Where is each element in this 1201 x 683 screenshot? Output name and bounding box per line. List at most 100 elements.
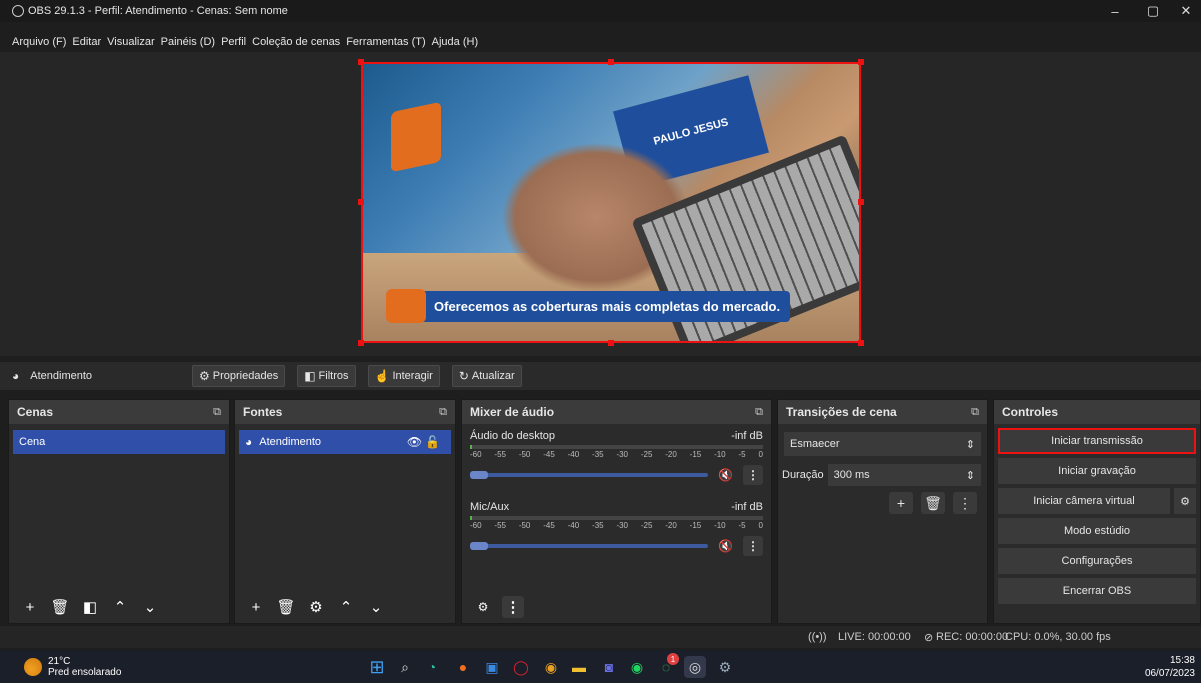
- preview-source-image[interactable]: PAULO JESUS Oferecemos as coberturas mai…: [361, 62, 861, 343]
- scene-item[interactable]: Cena: [13, 430, 225, 454]
- volume-slider[interactable]: [470, 542, 709, 550]
- undock-icon[interactable]: ⧉: [213, 406, 221, 419]
- menu-visualizar[interactable]: Visualizar: [107, 36, 155, 48]
- resize-handle-br[interactable]: [858, 340, 864, 346]
- sources-header: Fontes ⧉: [235, 400, 455, 424]
- scale-tick: -60: [470, 521, 482, 530]
- track-menu-button[interactable]: ⋮: [743, 465, 763, 485]
- source-toolbar: ◕ Atendimento ⚙ Propriedades ◧ Filtros ☝ In…: [0, 362, 1201, 390]
- move-down-icon[interactable]: ⌄: [365, 596, 387, 618]
- source-item[interactable]: ◕ Atendimento 👁 🔓: [239, 430, 451, 454]
- transition-select[interactable]: Esmaecer ⇕: [784, 432, 981, 456]
- undock-icon[interactable]: ⧉: [755, 406, 763, 419]
- spotify-icon[interactable]: ◉: [626, 656, 648, 678]
- menu-bar: Arquivo (F) Editar Visualizar Painéis (D…: [0, 32, 1201, 52]
- brand-logo-shape: [391, 101, 441, 173]
- resize-handle-r[interactable]: [858, 199, 864, 205]
- resize-handle-l[interactable]: [358, 199, 364, 205]
- eye-icon[interactable]: 👁: [407, 435, 422, 449]
- trash-icon[interactable]: 🗑: [49, 596, 71, 618]
- move-down-icon[interactable]: ⌄: [139, 596, 161, 618]
- restore-button[interactable]: ▢: [1138, 0, 1168, 22]
- muted-speaker-icon[interactable]: 🔇: [718, 539, 733, 553]
- settings-gear-icon[interactable]: ⚙: [714, 656, 736, 678]
- weather-widget[interactable]: 21°C Pred ensolarado: [24, 656, 121, 678]
- interact-label: Interagir: [392, 370, 433, 382]
- source-item-label: Atendimento: [259, 436, 322, 448]
- resize-handle-tl[interactable]: [358, 59, 364, 65]
- move-up-icon[interactable]: ⌃: [335, 596, 357, 618]
- resize-handle-tr[interactable]: [858, 59, 864, 65]
- muted-speaker-icon[interactable]: 🔇: [718, 468, 733, 482]
- settings-button[interactable]: Configurações: [998, 548, 1196, 574]
- advanced-audio-gear-icon[interactable]: ⚙: [472, 596, 494, 618]
- trash-icon[interactable]: 🗑: [275, 596, 297, 618]
- opera-icon[interactable]: ◯: [510, 656, 532, 678]
- duration-spinbox[interactable]: 300 ms ⇕: [827, 464, 981, 486]
- resize-handle-t[interactable]: [608, 59, 614, 65]
- system-clock[interactable]: 15:38 06/07/2023: [1145, 654, 1195, 680]
- browser-source-icon: ◕: [12, 369, 20, 383]
- store-icon[interactable]: ▣: [481, 656, 503, 678]
- menu-perfil[interactable]: Perfil: [221, 36, 246, 48]
- properties-button[interactable]: ⚙ Propriedades: [192, 365, 286, 387]
- duration-value: 300 ms: [833, 469, 870, 481]
- add-icon[interactable]: +: [889, 492, 913, 514]
- file-explorer-icon[interactable]: ▬: [568, 656, 590, 678]
- discord-icon[interactable]: ◙: [598, 656, 620, 678]
- mixer-title: Mixer de áudio: [470, 405, 555, 419]
- lock-icon[interactable]: 🔓: [425, 435, 440, 449]
- filter-icon[interactable]: ◧: [79, 596, 101, 618]
- windows-start-icon[interactable]: ⊞: [366, 656, 388, 678]
- exit-button[interactable]: Encerrar OBS: [998, 578, 1196, 604]
- scale-tick: -5: [738, 521, 746, 530]
- refresh-icon: ↻: [458, 369, 469, 383]
- mixer-menu-button[interactable]: ⋮: [502, 596, 524, 618]
- gear-icon[interactable]: ⚙: [305, 596, 327, 618]
- add-icon[interactable]: +: [19, 596, 41, 618]
- resize-handle-b[interactable]: [608, 340, 614, 346]
- menu-colecao-cenas[interactable]: Coleção de cenas: [252, 36, 340, 48]
- trash-icon[interactable]: 🗑: [921, 492, 945, 514]
- move-up-icon[interactable]: ⌃: [109, 596, 131, 618]
- edge-browser-icon[interactable]: ◔: [421, 656, 443, 678]
- resize-handle-bl[interactable]: [358, 340, 364, 346]
- menu-ajuda[interactable]: Ajuda (H): [432, 36, 478, 48]
- caption-logo-icon: [386, 289, 426, 323]
- start-streaming-button[interactable]: Iniciar transmissão: [998, 428, 1196, 454]
- gear-icon: ⚙: [199, 369, 210, 383]
- chrome-icon[interactable]: ◉: [540, 656, 562, 678]
- virtual-camera-gear-icon[interactable]: ⚙: [1174, 488, 1196, 514]
- menu-paineis[interactable]: Painéis (D): [161, 36, 215, 48]
- volume-slider[interactable]: [470, 471, 709, 479]
- transition-menu-button[interactable]: ⋮: [953, 492, 977, 514]
- weather-desc: Pred ensolarado: [48, 666, 122, 678]
- track-menu-button[interactable]: ⋮: [743, 536, 763, 556]
- track-name: Áudio do desktop: [470, 430, 556, 442]
- filters-button[interactable]: ◧ Filtros: [297, 365, 356, 387]
- firefox-icon[interactable]: ●: [452, 656, 474, 678]
- interact-button[interactable]: ☝ Interagir: [367, 365, 440, 387]
- minimize-button[interactable]: –: [1100, 0, 1130, 22]
- live-signal-icon: ((•)): [808, 631, 827, 643]
- obs-taskbar-icon[interactable]: ◎: [684, 656, 706, 678]
- start-recording-button[interactable]: Iniciar gravação: [998, 458, 1196, 484]
- refresh-button[interactable]: ↻ Atualizar: [451, 365, 522, 387]
- menu-arquivo[interactable]: Arquivo (F): [12, 36, 66, 48]
- studio-mode-button[interactable]: Modo estúdio: [998, 518, 1196, 544]
- controls-header: Controles: [994, 400, 1200, 424]
- menu-ferramentas[interactable]: Ferramentas (T): [346, 36, 425, 48]
- scenes-header: Cenas ⧉: [9, 400, 229, 424]
- whatsapp-icon[interactable]: ◌ 1: [655, 653, 679, 678]
- caption-text: Oferecemos as coberturas mais completas …: [420, 290, 791, 322]
- scale-tick: -50: [518, 521, 531, 530]
- search-icon[interactable]: ⌕: [394, 656, 416, 678]
- menu-editar[interactable]: Editar: [72, 36, 101, 48]
- add-icon[interactable]: +: [245, 596, 267, 618]
- start-virtual-camera-button[interactable]: Iniciar câmera virtual: [998, 488, 1170, 514]
- undock-icon[interactable]: ⧉: [439, 406, 447, 419]
- close-button[interactable]: ✕: [1171, 0, 1201, 22]
- title-bar: OBS 29.1.3 - Perfil: Atendimento - Cenas…: [0, 0, 1201, 22]
- clock-date: 06/07/2023: [1144, 668, 1195, 679]
- undock-icon[interactable]: ⧉: [971, 406, 979, 419]
